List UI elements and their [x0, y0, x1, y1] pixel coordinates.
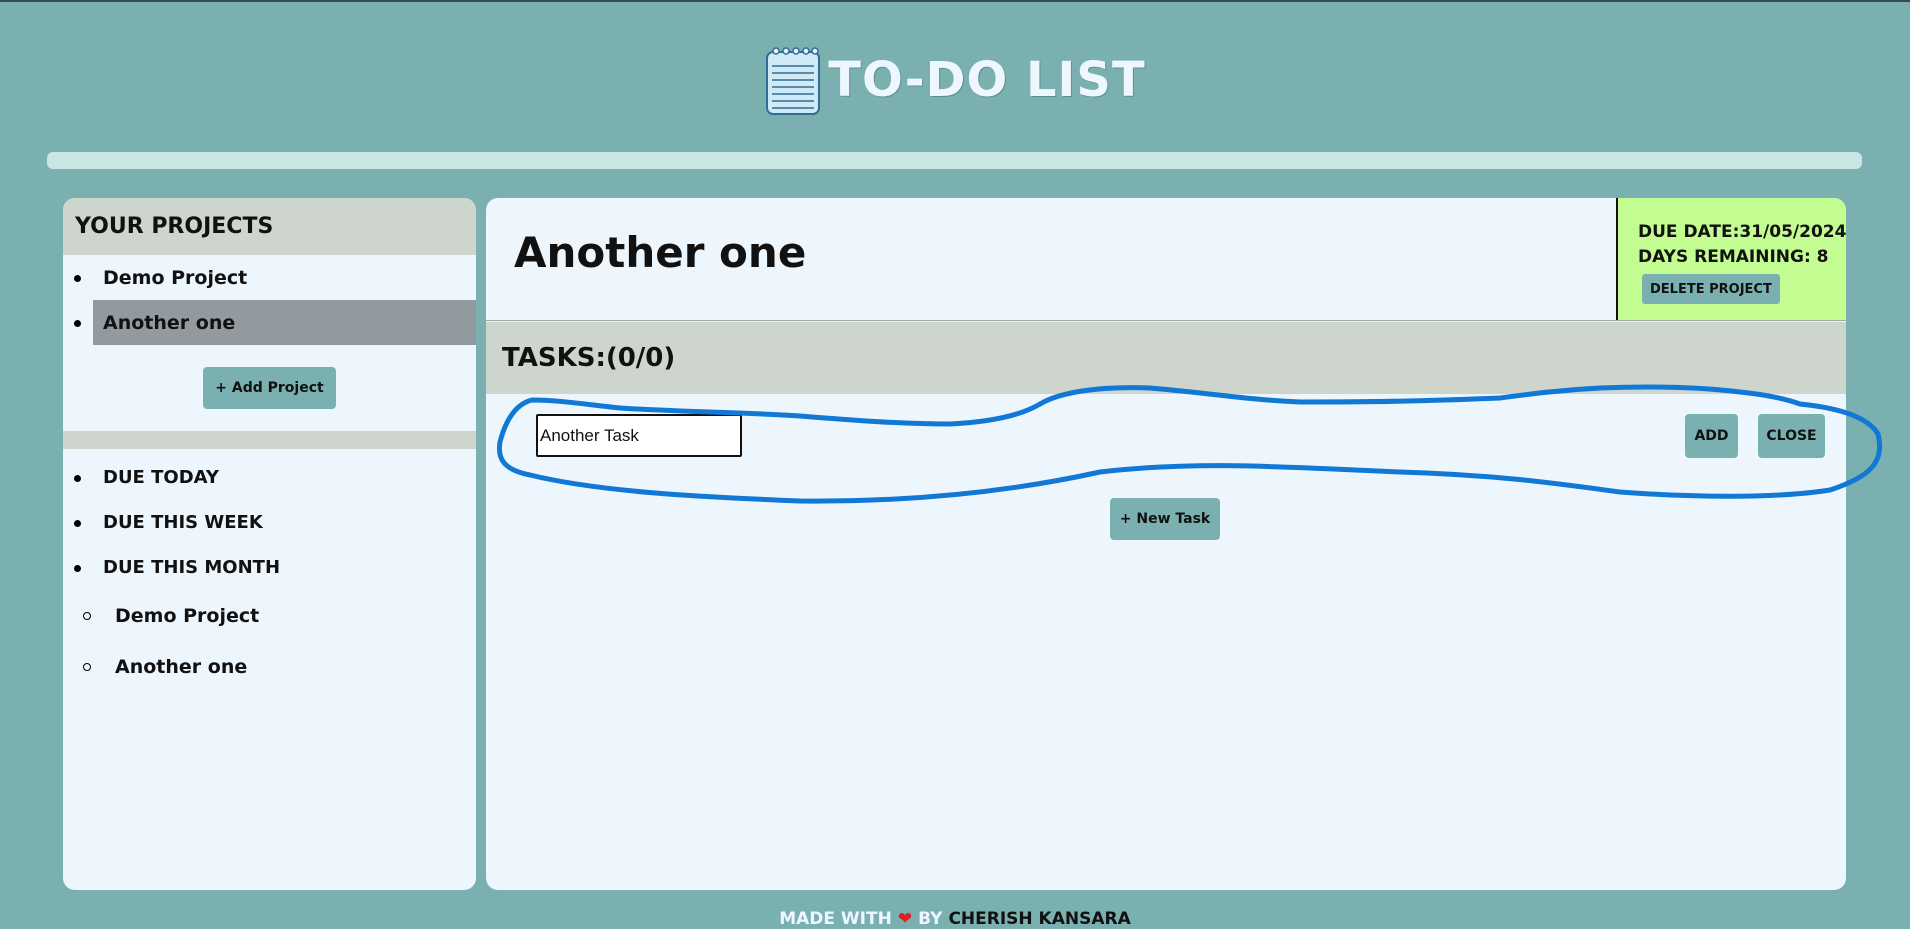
sidebar: YOUR PROJECTS Demo Project Another one +… [63, 198, 476, 890]
app-title: TO-DO LIST [828, 52, 1146, 108]
project-title: Another one [514, 228, 807, 277]
add-task-button[interactable]: ADD [1685, 414, 1738, 458]
sidebar-item-another-one[interactable]: Another one [63, 300, 476, 345]
due-filter-list: DUE TODAY DUE THIS WEEK DUE THIS MONTH [63, 455, 476, 590]
project-label: Demo Project [103, 266, 248, 289]
sidebar-divider [63, 431, 476, 449]
footer: MADE WITH ❤ BY CHERISH KANSARA [0, 908, 1910, 929]
tasks-heading: TASKS:(0/0) [486, 322, 1846, 394]
due-info-box: DUE DATE:31/05/2024 DAYS REMAINING: 8 DE… [1616, 198, 1846, 320]
due-month-item-demo-project[interactable]: Demo Project [63, 590, 476, 641]
project-header: Another one DUE DATE:31/05/2024 DAYS REM… [486, 198, 1846, 321]
due-date: DUE DATE:31/05/2024 [1638, 222, 1846, 242]
header-divider [47, 152, 1862, 169]
add-project-button[interactable]: + Add Project [203, 367, 336, 409]
sidebar-heading: YOUR PROJECTS [63, 198, 476, 255]
footer-made-with: MADE WITH [779, 908, 892, 929]
new-task-button[interactable]: + New Task [1110, 498, 1220, 540]
footer-author: CHERISH KANSARA [948, 908, 1131, 929]
footer-by: BY [918, 908, 943, 929]
filter-due-this-month[interactable]: DUE THIS MONTH [63, 545, 476, 590]
filter-due-today[interactable]: DUE TODAY [63, 455, 476, 500]
delete-project-button[interactable]: DELETE PROJECT [1642, 274, 1780, 304]
days-remaining: DAYS REMAINING: 8 [1638, 247, 1829, 267]
due-month-item-another-one[interactable]: Another one [63, 641, 476, 692]
project-list: Demo Project Another one [63, 255, 476, 345]
task-name-input[interactable] [536, 414, 742, 457]
close-task-form-button[interactable]: CLOSE [1758, 414, 1825, 458]
app-header: TO-DO LIST [0, 40, 1910, 120]
notepad-icon [764, 44, 822, 116]
filter-due-this-week[interactable]: DUE THIS WEEK [63, 500, 476, 545]
due-month-project-list: Demo Project Another one [63, 590, 476, 692]
project-label: Another one [103, 311, 236, 334]
project-panel: Another one DUE DATE:31/05/2024 DAYS REM… [486, 198, 1846, 890]
heart-icon: ❤ [897, 908, 913, 929]
sidebar-item-demo-project[interactable]: Demo Project [63, 255, 476, 300]
